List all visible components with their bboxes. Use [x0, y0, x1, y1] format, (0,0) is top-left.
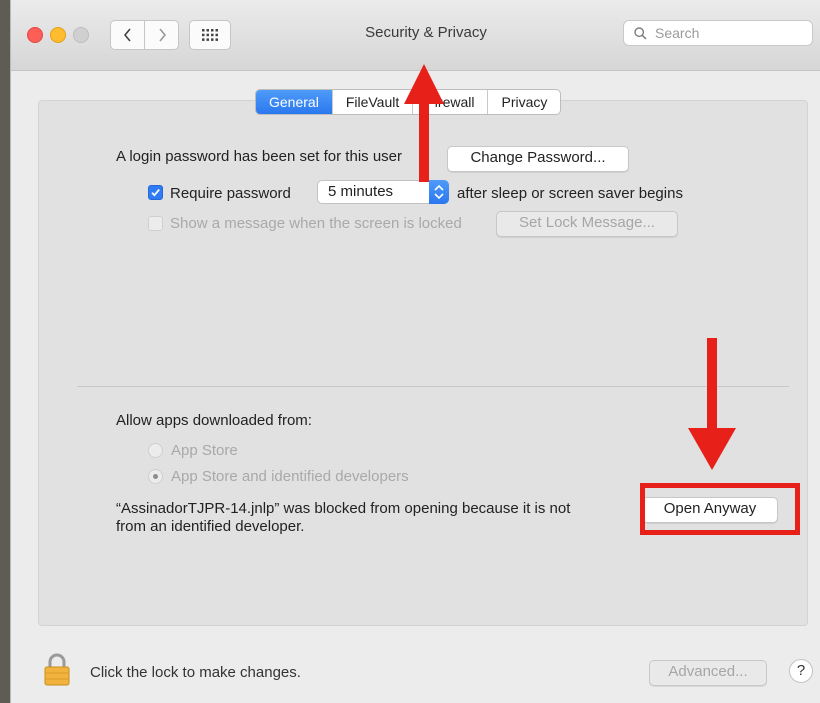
arrow-up-icon [404, 64, 444, 182]
annotation-arrows [404, 64, 736, 470]
preferences-window: Security & Privacy General FileVault Fir… [10, 0, 820, 703]
background-edge [0, 0, 10, 703]
arrow-down-icon [688, 338, 736, 470]
